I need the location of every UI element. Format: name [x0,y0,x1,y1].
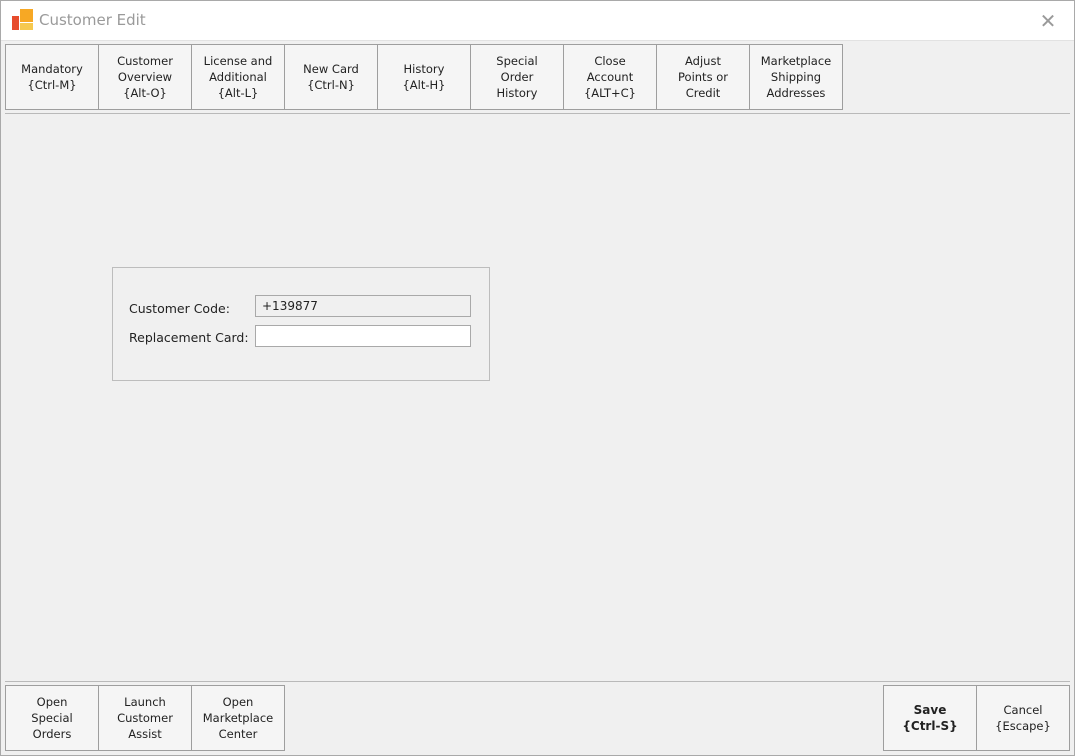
mandatory-button[interactable]: Mandatory {Ctrl-M} [5,44,99,110]
window-title: Customer Edit [39,11,146,29]
customer-code-field: +139877 [255,295,471,317]
replacement-card-input[interactable] [255,325,471,347]
special-order-history-button[interactable]: Special Order History [470,44,564,110]
footer-divider [5,681,1070,682]
close-account-button[interactable]: Close Account {ALT+C} [563,44,657,110]
cancel-button[interactable]: Cancel {Escape} [976,685,1070,751]
customer-overview-button[interactable]: Customer Overview {Alt-O} [98,44,192,110]
customer-code-label: Customer Code: [129,301,230,316]
adjust-points-credit-button[interactable]: Adjust Points or Credit [656,44,750,110]
launch-customer-assist-button[interactable]: Launch Customer Assist [98,685,192,751]
replacement-card-label: Replacement Card: [129,330,249,345]
new-card-form-panel: Customer Code: +139877 Replacement Card: [112,267,490,381]
close-icon[interactable]: ✕ [1036,9,1060,33]
open-special-orders-button[interactable]: Open Special Orders [5,685,99,751]
open-marketplace-center-button[interactable]: Open Marketplace Center [191,685,285,751]
title-bar: Customer Edit ✕ [1,1,1074,41]
save-button[interactable]: Save {Ctrl-S} [883,685,977,751]
new-card-button[interactable]: New Card {Ctrl-N} [284,44,378,110]
top-toolbar: Mandatory {Ctrl-M} Customer Overview {Al… [5,44,843,111]
customer-edit-window: Customer Edit ✕ Mandatory {Ctrl-M} Custo… [0,0,1075,756]
history-button[interactable]: History {Alt-H} [377,44,471,110]
toolbar-divider [5,113,1070,114]
app-logo-icon [12,9,34,31]
marketplace-shipping-addresses-button[interactable]: Marketplace Shipping Addresses [749,44,843,110]
footer-right-buttons: Save {Ctrl-S} Cancel {Escape} [883,685,1070,751]
content-area: Customer Code: +139877 Replacement Card: [5,115,1070,681]
footer-left-buttons: Open Special Orders Launch Customer Assi… [5,685,285,751]
license-additional-button[interactable]: License and Additional {Alt-L} [191,44,285,110]
